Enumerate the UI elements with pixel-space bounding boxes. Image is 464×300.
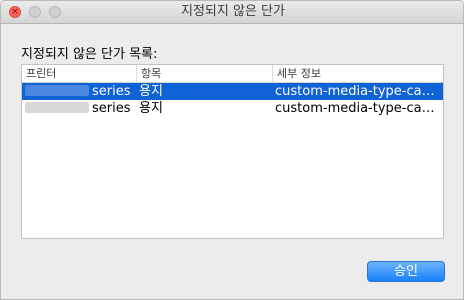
item-cell: 용지 [139, 84, 163, 99]
table-row[interactable]: series 용지 custom-media-type-canon-... [22, 100, 443, 117]
table-header: 프린터 항목 세부 정보 [22, 65, 443, 83]
redacted-printer-name [25, 102, 89, 113]
details-cell: custom-media-type-canon-... [275, 84, 441, 99]
column-header-printer[interactable]: 프린터 [22, 65, 136, 82]
title-bar: × 지정되지 않은 단가 [1, 1, 463, 24]
column-header-item[interactable]: 항목 [136, 65, 272, 82]
printer-cell: series [25, 100, 135, 117]
list-label: 지정되지 않은 단가 목록: [21, 47, 158, 62]
window-title: 지정되지 않은 단가 [181, 4, 285, 19]
column-header-details[interactable]: 세부 정보 [272, 65, 443, 82]
details-cell: custom-media-type-canon-... [275, 101, 441, 116]
approve-button[interactable]: 승인 [367, 261, 445, 282]
dialog-window: × 지정되지 않은 단가 지정되지 않은 단가 목록: 프린터 항목 세부 정보… [0, 0, 464, 300]
printer-cell: series [25, 83, 135, 100]
printer-name-suffix: series [92, 101, 131, 116]
table-row[interactable]: series 용지 custom-media-type-canon-... [22, 83, 443, 100]
unassigned-prices-table[interactable]: 프린터 항목 세부 정보 series 용지 custom-media-type… [21, 64, 444, 239]
item-cell: 용지 [139, 101, 163, 116]
printer-name-suffix: series [92, 84, 131, 99]
redacted-printer-name [25, 85, 89, 96]
